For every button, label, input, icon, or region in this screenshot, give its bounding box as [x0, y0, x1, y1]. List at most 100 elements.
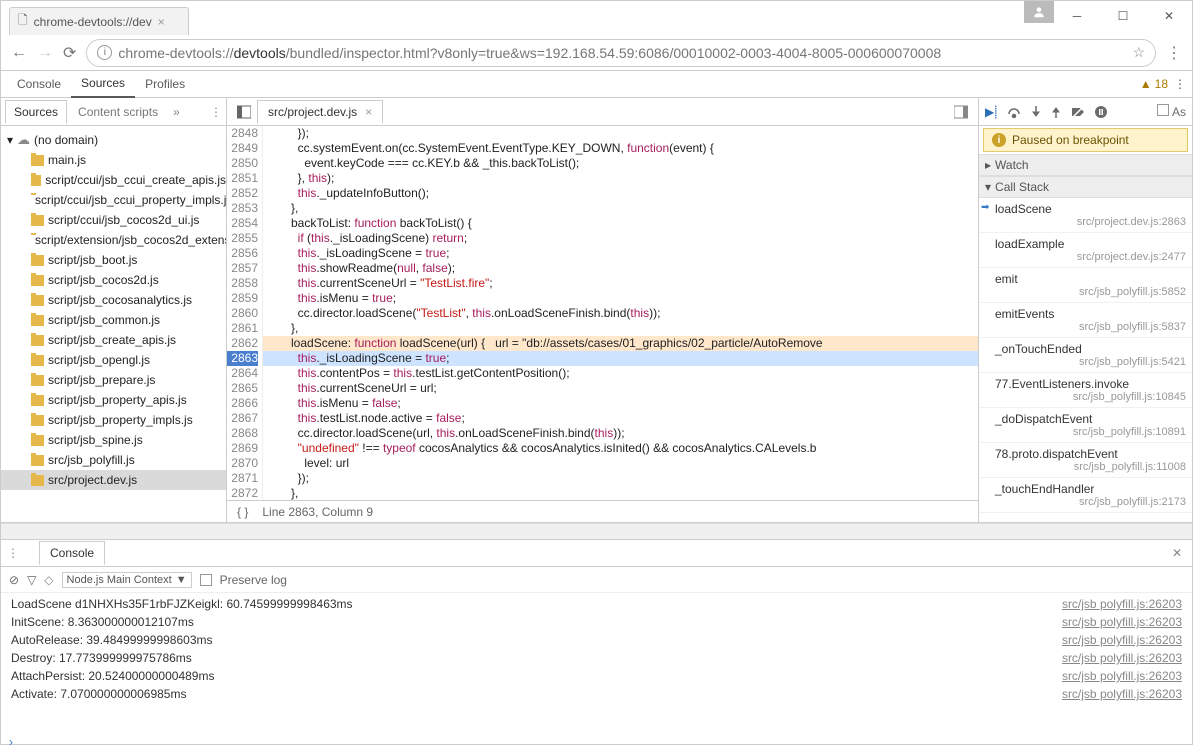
tab-sources[interactable]: Sources [71, 71, 135, 98]
log-source-link[interactable]: src/jsb polyfill.js:26203 [1062, 631, 1182, 649]
browser-menu-icon[interactable]: ⋮ [1166, 43, 1182, 63]
console-output[interactable]: LoadScene d1NHXHs35F1rbFJZKeigkl: 60.745… [1, 593, 1192, 735]
console-prompt[interactable]: › [1, 735, 1192, 749]
log-source-link[interactable]: src/jsb polyfill.js:26203 [1062, 685, 1182, 703]
tree-file-row[interactable]: script/jsb_boot.js [1, 250, 226, 270]
watch-header[interactable]: ▸ Watch [979, 154, 1192, 176]
code-lines[interactable]: }); cc.systemEvent.on(cc.SystemEvent.Eve… [263, 126, 978, 500]
run-snippet-icon[interactable] [948, 105, 974, 119]
folder-icon [31, 155, 44, 166]
browser-tab[interactable]: 🗋 chrome-devtools://dev × [9, 7, 189, 35]
stack-frame[interactable]: emitEventssrc/jsb_polyfill.js:5837 [979, 303, 1192, 338]
filter-icon[interactable]: ▽ [27, 573, 36, 587]
context-indicator-icon: ◇ [44, 573, 53, 587]
subtab-sources[interactable]: Sources [5, 100, 67, 124]
stack-frame[interactable]: loadScenesrc/project.dev.js:2863 [979, 198, 1192, 233]
tree-file-row[interactable]: script/jsb_opengl.js [1, 350, 226, 370]
file-label: script/jsb_opengl.js [48, 353, 150, 367]
code-area[interactable]: 2848284928502851285228532854285528562857… [227, 126, 978, 500]
tree-domain-row[interactable]: ▾ ☁ (no domain) [1, 130, 226, 150]
stack-frame[interactable]: 78.proto.dispatchEventsrc/jsb_polyfill.j… [979, 443, 1192, 478]
tree-file-row[interactable]: script/jsb_property_apis.js [1, 390, 226, 410]
tree-file-row[interactable]: script/ccui/jsb_cocos2d_ui.js [1, 210, 226, 230]
tree-file-row[interactable]: script/ccui/jsb_ccui_create_apis.js [1, 170, 226, 190]
resume-icon[interactable]: ▶⸽ [985, 103, 997, 120]
tree-file-row[interactable]: script/ccui/jsb_ccui_property_impls.js [1, 190, 226, 210]
step-out-icon[interactable] [1051, 106, 1061, 118]
line-gutter[interactable]: 2848284928502851285228532854285528562857… [227, 126, 263, 500]
tree-file-row[interactable]: script/jsb_prepare.js [1, 370, 226, 390]
async-checkbox[interactable]: As [1157, 104, 1186, 119]
tab-console[interactable]: Console [7, 71, 71, 98]
devtools-menu-icon[interactable]: ⋮ [1174, 77, 1186, 91]
subtab-content-scripts[interactable]: Content scripts [69, 100, 167, 124]
horizontal-scrollbar[interactable] [1, 523, 1192, 539]
tree-file-row[interactable]: script/jsb_cocosanalytics.js [1, 290, 226, 310]
minimize-button[interactable]: ─ [1054, 1, 1100, 31]
file-label: script/jsb_property_apis.js [48, 393, 187, 407]
log-source-link[interactable]: src/jsb polyfill.js:26203 [1062, 667, 1182, 685]
braces-icon[interactable]: { } [237, 505, 248, 519]
url-input[interactable]: i chrome-devtools://devtools/bundled/ins… [86, 39, 1156, 67]
tree-file-row[interactable]: script/jsb_spine.js [1, 430, 226, 450]
paused-label: Paused on breakpoint [1012, 133, 1129, 147]
page-icon: 🗋 [18, 11, 28, 32]
clear-console-icon[interactable]: ⊘ [9, 573, 19, 587]
info-icon: i [992, 133, 1006, 147]
file-tab[interactable]: src/project.dev.js × [257, 100, 383, 124]
info-icon[interactable]: i [97, 45, 112, 60]
close-tab-icon[interactable]: × [158, 15, 165, 29]
stack-frame[interactable]: loadExamplesrc/project.dev.js:2477 [979, 233, 1192, 268]
tab-profiles[interactable]: Profiles [135, 71, 195, 98]
tree-file-row[interactable]: script/jsb_property_impls.js [1, 410, 226, 430]
stack-frame[interactable]: _touchEndHandlersrc/jsb_polyfill.js:2173 [979, 478, 1192, 513]
log-source-link[interactable]: src/jsb polyfill.js:26203 [1062, 613, 1182, 631]
drawer-menu-icon[interactable]: ⋮ [7, 546, 19, 560]
close-file-icon[interactable]: × [365, 105, 372, 119]
deactivate-breakpoints-icon[interactable] [1071, 106, 1085, 118]
preserve-log-checkbox[interactable] [200, 574, 212, 586]
tree-file-row[interactable]: script/jsb_create_apis.js [1, 330, 226, 350]
step-into-icon[interactable] [1031, 106, 1041, 118]
maximize-button[interactable]: ☐ [1100, 1, 1146, 31]
url-host: devtools [234, 45, 286, 61]
url-scheme: chrome-devtools:// [118, 45, 233, 61]
back-icon[interactable]: ← [11, 44, 27, 62]
toggle-navigator-icon[interactable] [231, 105, 257, 119]
tree-file-row[interactable]: script/jsb_common.js [1, 310, 226, 330]
star-icon[interactable]: ☆ [1132, 44, 1145, 61]
tree-file-row[interactable]: src/project.dev.js [1, 470, 226, 490]
tree-file-row[interactable]: script/jsb_cocos2d.js [1, 270, 226, 290]
user-icon[interactable] [1024, 1, 1054, 23]
window-titlebar: 🗋 chrome-devtools://dev × ─ ☐ ✕ [1, 1, 1192, 35]
stack-frame[interactable]: _doDispatchEventsrc/jsb_polyfill.js:1089… [979, 408, 1192, 443]
log-source-link[interactable]: src/jsb polyfill.js:26203 [1062, 649, 1182, 667]
folder-icon [31, 355, 44, 366]
file-tree[interactable]: ▾ ☁ (no domain) main.js script/ccui/jsb_c… [1, 126, 226, 522]
callstack-list[interactable]: loadScenesrc/project.dev.js:2863loadExam… [979, 198, 1192, 522]
navigator-menu-icon[interactable]: ⋮ [210, 105, 222, 119]
tree-file-row[interactable]: script/extension/jsb_cocos2d_extension.j… [1, 230, 226, 250]
callstack-header[interactable]: ▾ Call Stack [979, 176, 1192, 198]
drawer-tab-console[interactable]: Console [39, 541, 105, 565]
file-label: script/ccui/jsb_ccui_property_impls.js [35, 193, 226, 207]
log-source-link[interactable]: src/jsb polyfill.js:26203 [1062, 595, 1182, 613]
file-label: script/ccui/jsb_ccui_create_apis.js [45, 173, 226, 187]
tree-file-row[interactable]: main.js [1, 150, 226, 170]
pause-exceptions-icon[interactable] [1095, 106, 1107, 118]
navigator-tabs: Sources Content scripts » ⋮ [1, 98, 226, 126]
tree-file-row[interactable]: src/jsb_polyfill.js [1, 450, 226, 470]
stack-frame[interactable]: 77.EventListeners.invokesrc/jsb_polyfill… [979, 373, 1192, 408]
stack-frame[interactable]: _onTouchEndedsrc/jsb_polyfill.js:5421 [979, 338, 1192, 373]
file-label: script/jsb_prepare.js [48, 373, 155, 387]
close-drawer-icon[interactable]: ✕ [1168, 546, 1186, 560]
context-selector[interactable]: Node.js Main Context ▼ [62, 572, 192, 588]
stack-frame[interactable]: emitsrc/jsb_polyfill.js:5852 [979, 268, 1192, 303]
reload-icon[interactable]: ⟳ [63, 43, 76, 63]
warnings-badge[interactable]: ▲ 18 [1140, 77, 1168, 91]
more-tabs-icon[interactable]: » [173, 105, 180, 119]
forward-icon: → [37, 44, 53, 62]
step-over-icon[interactable] [1007, 106, 1021, 118]
close-window-button[interactable]: ✕ [1146, 1, 1192, 31]
expand-icon[interactable]: ▾ [7, 133, 13, 147]
